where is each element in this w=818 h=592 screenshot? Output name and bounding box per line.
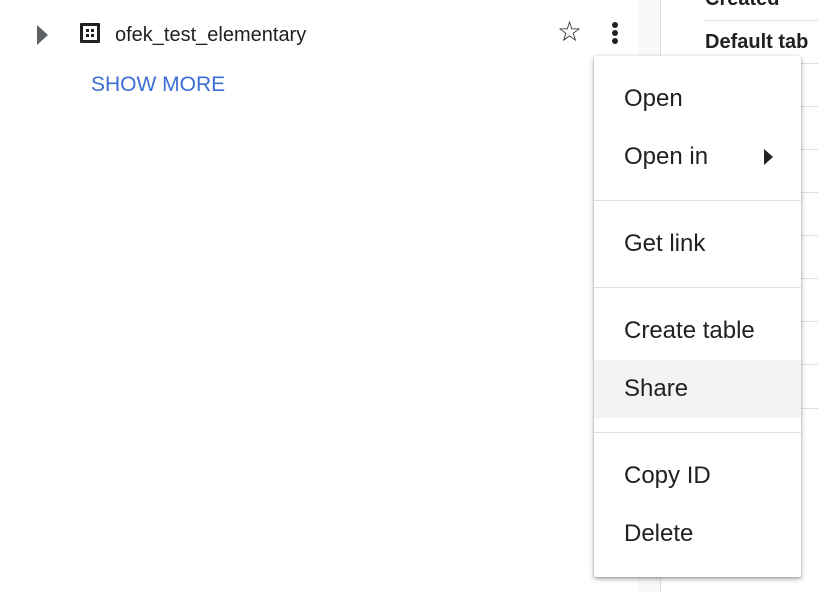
menu-item-delete[interactable]: Delete [594, 505, 801, 563]
menu-item-label: Open in [624, 143, 709, 170]
menu-item-open[interactable]: Open [594, 70, 801, 128]
menu-item-open-in[interactable]: Open in [594, 128, 801, 186]
dataset-icon [80, 23, 100, 43]
show-more-link[interactable]: SHOW MORE [91, 73, 225, 97]
context-menu: Open Open in Get link Create table Share… [594, 56, 801, 577]
menu-divider [594, 287, 801, 288]
explorer-panel: ofek_test_elementary ☆ SHOW MORE [0, 0, 638, 592]
expand-caret-icon[interactable] [37, 25, 48, 45]
menu-item-copy-id[interactable]: Copy ID [594, 447, 801, 505]
submenu-arrow-icon [764, 149, 773, 165]
menu-divider [594, 200, 801, 201]
menu-item-get-link[interactable]: Get link [594, 215, 801, 273]
menu-item-create-table[interactable]: Create table [594, 302, 801, 360]
menu-item-share[interactable]: Share [594, 360, 801, 418]
menu-divider [594, 432, 801, 433]
dataset-name[interactable]: ofek_test_elementary [115, 24, 306, 47]
more-vert-icon[interactable] [610, 22, 620, 48]
details-row: Created [705, 0, 818, 21]
star-icon[interactable]: ☆ [557, 18, 582, 46]
